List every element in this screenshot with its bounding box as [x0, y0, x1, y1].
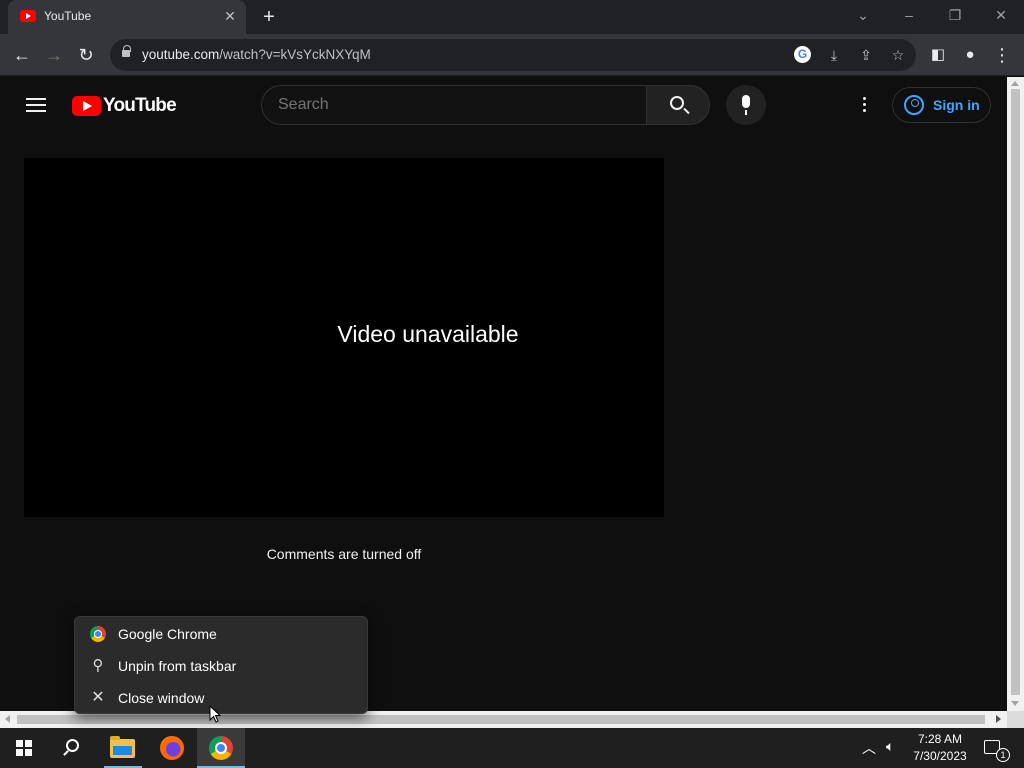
mouse-pointer-icon: [209, 704, 222, 723]
back-icon[interactable]: ←: [10, 43, 34, 67]
jumplist-item-label: Google Chrome: [118, 626, 217, 642]
microphone-icon: [742, 95, 750, 115]
share-icon[interactable]: ⇪: [856, 45, 876, 65]
settings-menu-icon[interactable]: [858, 95, 870, 115]
side-panel-icon[interactable]: ◧: [926, 43, 950, 67]
forward-icon[interactable]: →: [42, 43, 66, 67]
comments-disabled-message: Comments are turned off: [266, 546, 422, 562]
clock-date: 7/30/2023: [913, 749, 967, 763]
search-icon: [66, 739, 79, 752]
restore-button[interactable]: ❐: [940, 4, 970, 26]
jumplist-item-close-window[interactable]: ✕ Close window: [75, 682, 367, 714]
jumplist-item-unpin[interactable]: ⚲ Unpin from taskbar: [75, 650, 367, 682]
youtube-logo-text: YouTube: [103, 95, 177, 116]
scroll-down-arrow-icon[interactable]: [1011, 701, 1019, 706]
vertical-scrollbar[interactable]: [1007, 77, 1024, 711]
guide-menu-icon[interactable]: [26, 98, 46, 112]
youtube-favicon-icon: [20, 10, 36, 22]
profile-icon[interactable]: ●: [958, 43, 982, 67]
firefox-icon: [160, 736, 184, 760]
notification-count-badge: 1: [996, 748, 1010, 762]
horizontal-scroll-thumb[interactable]: [17, 715, 985, 724]
video-unavailable-message: Video unavailable: [337, 321, 519, 347]
youtube-play-logo-icon: [72, 96, 101, 116]
start-button[interactable]: [0, 728, 48, 768]
screen: YouTube ✕ + ⌄ – ❐ ✕ ← → ↻ youtube.com/wa…: [0, 0, 1024, 768]
search-icon: [670, 96, 684, 110]
clock-time: 7:28 AM: [917, 732, 963, 746]
scroll-up-arrow-icon[interactable]: [1011, 81, 1019, 86]
browser-toolbar: ← → ↻ youtube.com/watch?v=kVsYckNXYqM G …: [0, 34, 1024, 76]
browser-tab-strip: YouTube ✕ + ⌄ – ❐ ✕: [0, 0, 1024, 34]
minimize-button[interactable]: –: [894, 4, 924, 26]
show-hidden-icons-icon[interactable]: ︿: [862, 738, 876, 758]
unpin-icon: ⚲: [92, 657, 104, 674]
youtube-logo[interactable]: YouTube: [72, 95, 177, 117]
new-tab-button[interactable]: +: [258, 6, 280, 28]
tab-title: YouTube: [44, 9, 92, 23]
volume-icon[interactable]: 🔈︎: [886, 738, 894, 755]
jumplist-item-label: Close window: [118, 690, 205, 706]
sign-in-button[interactable]: Sign in: [892, 87, 991, 123]
chrome-menu-icon[interactable]: ⋮: [990, 43, 1014, 67]
chrome-icon: [90, 626, 106, 642]
windows-logo-icon: [16, 740, 32, 756]
scroll-right-arrow-icon[interactable]: [996, 715, 1001, 723]
vertical-scroll-thumb[interactable]: [1011, 89, 1020, 695]
jumplist-item-label: Unpin from taskbar: [118, 658, 237, 674]
scrollbar-corner: [1007, 711, 1024, 728]
windows-taskbar: ︿ 🔈︎ 7:28 AM 7/30/2023 1: [0, 728, 1024, 768]
account-icon: [904, 95, 924, 115]
close-window-button[interactable]: ✕: [986, 4, 1016, 26]
google-lens-icon[interactable]: G: [794, 46, 811, 63]
address-bar[interactable]: youtube.com/watch?v=kVsYckNXYqM G ⤓ ⇪ ☆: [110, 39, 916, 71]
tab-close-icon[interactable]: ✕: [222, 8, 238, 24]
lock-icon[interactable]: [122, 45, 131, 59]
close-icon: ✕: [91, 689, 105, 706]
bookmark-star-icon[interactable]: ☆: [888, 45, 908, 65]
search-button[interactable]: [646, 85, 710, 125]
taskbar-jump-list: Google Chrome ⚲ Unpin from taskbar ✕ Clo…: [74, 616, 368, 714]
scroll-left-arrow-icon[interactable]: [5, 715, 10, 723]
install-app-icon[interactable]: ⤓: [824, 45, 844, 65]
video-player[interactable]: Video unavailable: [24, 158, 664, 517]
browser-tab[interactable]: YouTube ✕: [8, 0, 246, 34]
search-box[interactable]: [261, 85, 647, 125]
taskbar-clock[interactable]: 7:28 AM 7/30/2023: [906, 731, 974, 765]
file-explorer-icon: [110, 736, 135, 758]
url-text[interactable]: youtube.com/watch?v=kVsYckNXYqM: [142, 47, 371, 62]
taskbar-search-button[interactable]: [48, 728, 96, 768]
sign-in-label: Sign in: [933, 97, 980, 113]
chrome-icon: [209, 736, 233, 760]
tab-search-icon[interactable]: ⌄: [848, 4, 878, 26]
jumplist-item-google-chrome[interactable]: Google Chrome: [75, 618, 367, 650]
reload-icon[interactable]: ↻: [74, 43, 98, 67]
search-input[interactable]: [278, 96, 628, 114]
voice-search-button[interactable]: [726, 85, 766, 125]
